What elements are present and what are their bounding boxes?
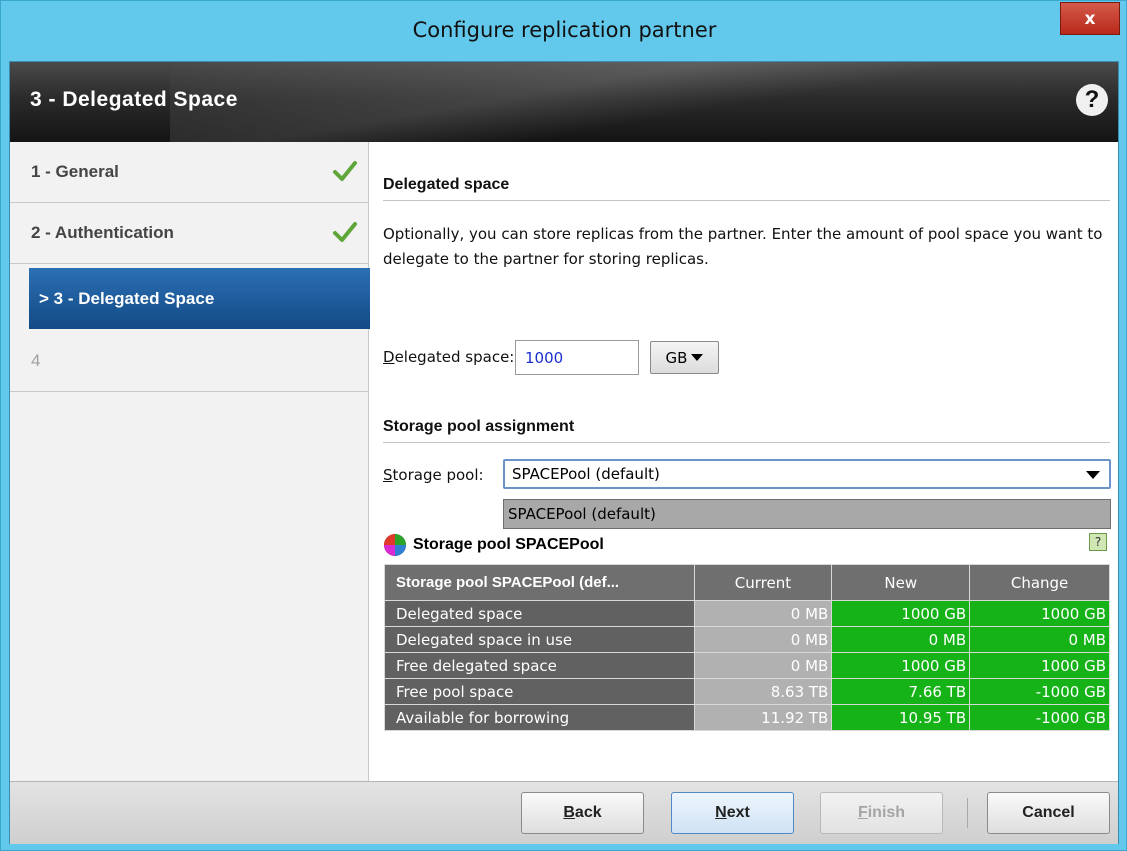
storage-pool-option[interactable]: SPACEPool (default) [503,499,1111,529]
current-value: 8.63 TB [693,678,833,705]
table-row: Delegated space in use 0 MB 0 MB 0 MB [384,626,1110,653]
label-text: torage pool: [392,466,484,484]
delegated-space-label: Delegated space: [383,348,514,366]
mnemonic-letter: S [383,466,393,484]
unit-dropdown[interactable]: GB [650,341,719,374]
step-label: 4 [31,351,41,370]
banner-title: 3 - Delegated Space [30,88,238,111]
banner-sheen [170,62,1070,142]
step-label: > 3 - Delegated Space [39,288,215,308]
current-value: 0 MB [693,600,833,627]
button-label: inish [867,804,906,821]
storage-pool-select[interactable]: SPACEPool (default) [503,459,1111,489]
column-header-current: Current [693,564,833,601]
table-row: Delegated space 0 MB 1000 GB 1000 GB [384,600,1110,627]
row-label: Free pool space [384,678,695,705]
new-value: 1000 GB [831,600,971,627]
caret-down-icon [1086,471,1100,479]
wizard-steps: 1 - General 2 - Authentication > 3 - Del… [10,142,378,781]
table-header-row: Storage pool SPACEPool (def... Current N… [384,564,1110,601]
storage-pool-label: Storage pool: [383,466,484,484]
next-button[interactable]: Next [671,792,794,834]
new-value: 10.95 TB [831,704,971,731]
change-value: 0 MB [969,626,1110,653]
step-label: 2 - Authentication [31,223,174,242]
back-button[interactable]: Back [521,792,644,834]
window-title: Configure replication partner [412,18,717,42]
new-value: 7.66 TB [831,678,971,705]
column-header-new: New [831,564,971,601]
column-header-change: Change [969,564,1110,601]
row-label: Delegated space in use [384,626,695,653]
dialog-window: Configure replication partner x 3 - Dele… [0,0,1127,851]
row-label: Available for borrowing [384,704,695,731]
label-text: elegated space: [394,348,515,366]
mnemonic-letter: D [383,348,395,366]
step-banner: 3 - Delegated Space ? [10,62,1118,142]
table-row: Free delegated space 0 MB 1000 GB 1000 G… [384,652,1110,679]
pool-summary-title: Storage pool SPACEPool [413,536,604,553]
change-value: -1000 GB [969,704,1110,731]
select-value: SPACEPool (default) [512,465,660,483]
table-row: Available for borrowing 11.92 TB 10.95 T… [384,704,1110,731]
dialog-body: 3 - Delegated Space ? 1 - General 2 - Au… [9,61,1119,844]
delegated-space-description: Optionally, you can store replicas from … [383,225,1103,268]
checkmark-icon [333,161,357,181]
new-value: 1000 GB [831,652,971,679]
title-bar: Configure replication partner x [1,1,1127,61]
unit-label: GB [665,348,688,367]
table-row: Free pool space 8.63 TB 7.66 TB -1000 GB [384,678,1110,705]
current-value: 0 MB [693,626,833,653]
wizard-footer: Back Next Finish Cancel [10,781,1118,844]
mnemonic-letter: N [715,804,727,821]
step-content: Delegated space Optionally, you can stor… [370,142,1118,781]
change-value: -1000 GB [969,678,1110,705]
change-value: 1000 GB [969,600,1110,627]
step-label: 1 - General [31,162,119,181]
step-delegated-space[interactable]: > 3 - Delegated Space [29,268,378,329]
pool-help-icon[interactable]: ? [1089,533,1107,551]
button-label: ext [726,804,750,821]
button-separator [967,798,968,828]
button-label: ack [574,804,602,821]
step-general[interactable]: 1 - General [10,142,368,203]
pool-pie-icon [384,534,406,556]
row-label: Delegated space [384,600,695,627]
help-button[interactable]: ? [1076,84,1108,116]
delegated-space-input[interactable] [515,340,639,375]
finish-button: Finish [820,792,943,834]
cancel-button[interactable]: Cancel [987,792,1110,834]
divider [383,442,1110,443]
current-value: 0 MB [693,652,833,679]
pool-summary-table: Storage pool SPACEPool (def... Current N… [384,564,1110,731]
storage-pool-heading: Storage pool assignment [383,418,575,435]
checkmark-icon [333,222,357,242]
row-label: Free delegated space [384,652,695,679]
step-4: 4 [10,331,368,392]
mnemonic-letter: F [857,804,868,821]
column-header-pool: Storage pool SPACEPool (def... [384,564,695,601]
change-value: 1000 GB [969,652,1110,679]
divider [383,200,1110,201]
caret-down-icon [691,353,704,361]
close-button[interactable]: x [1060,2,1120,35]
pool-summary-heading: Storage pool SPACEPool [383,533,604,557]
current-value: 11.92 TB [693,704,833,731]
delegated-space-heading: Delegated space [383,176,510,193]
mnemonic-letter: B [563,804,575,821]
new-value: 0 MB [831,626,971,653]
step-authentication[interactable]: 2 - Authentication [10,203,368,264]
